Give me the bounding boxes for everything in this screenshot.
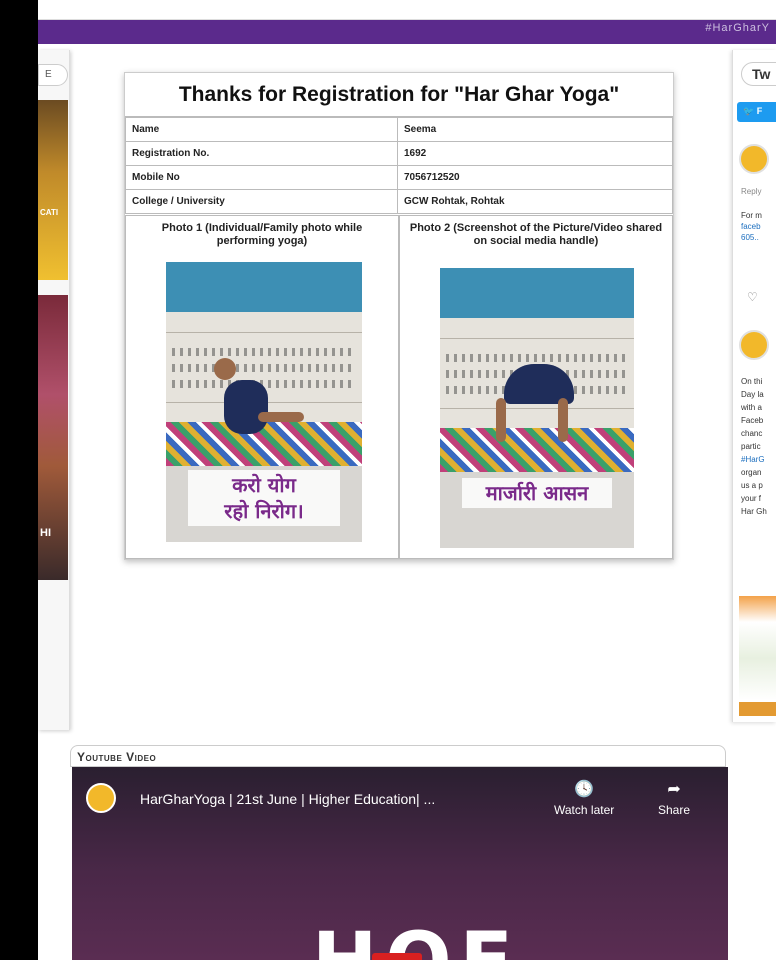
youtube-video-player[interactable]: HarGharYoga | 21st June | Higher Educati… xyxy=(72,767,728,960)
left-black-bar xyxy=(0,0,38,960)
wall-top xyxy=(440,268,634,318)
clock-icon: 🕓 xyxy=(574,781,595,798)
share-button[interactable]: ➦ Share xyxy=(658,777,690,817)
tweet-2-line: On thi xyxy=(741,377,763,386)
figure-leg xyxy=(558,398,568,442)
watch-later-button[interactable]: 🕓 Watch later xyxy=(554,777,614,817)
tweet-2-line: chanc xyxy=(741,429,763,438)
twitter-tab[interactable]: Tw xyxy=(741,62,776,86)
photo-1-box: Photo 1 (Individual/Family photo while p… xyxy=(125,215,399,559)
table-row: Registration No. 1692 xyxy=(125,141,673,166)
tile-line xyxy=(440,338,634,339)
yoga-figure xyxy=(224,380,268,434)
photo-2-caption: Photo 2 (Screenshot of the Picture/Video… xyxy=(409,222,663,247)
registration-table: Name Seema Registration No. 1692 Mobile … xyxy=(125,117,673,214)
avatar[interactable] xyxy=(739,330,769,360)
figure-leg xyxy=(258,412,304,422)
table-row: Name Seema xyxy=(125,117,673,142)
purple-header-bar: #HarGharY xyxy=(38,20,776,44)
overlay-line-1: करो योग xyxy=(232,473,296,497)
twitter-panel: Tw 🐦 F Reply For m faceb 605.. ♡ On thi … xyxy=(732,50,776,722)
photo-1-overlay-text: करो योग रहो निरोग। xyxy=(188,470,340,526)
row-value: Seema xyxy=(397,117,673,142)
photo-1-image[interactable]: करो योग रहो निरोग। xyxy=(166,262,362,542)
yoga-rug xyxy=(440,428,634,472)
tile-line xyxy=(440,408,634,409)
share-arrow-icon: ➦ xyxy=(667,781,681,798)
left-banner-1-text: CATI xyxy=(40,208,59,217)
left-banner-image-2[interactable]: HI xyxy=(38,295,68,580)
page: #HarGharY E CATI HI Thanks for Registrat… xyxy=(0,0,776,960)
tweet-2-line: Day la xyxy=(741,390,764,399)
twitter-bird-icon: 🐦 xyxy=(743,106,755,116)
channel-logo[interactable] xyxy=(86,783,116,813)
row-value: 1692 xyxy=(397,141,673,166)
overlay-line-2: रहो निरोग। xyxy=(224,499,304,523)
tweet-reply-label[interactable]: Reply xyxy=(741,186,761,197)
photo-2-box: Photo 2 (Screenshot of the Picture/Video… xyxy=(399,215,673,559)
left-sidebar-panel: E CATI HI xyxy=(38,50,70,730)
left-tab[interactable]: E xyxy=(38,64,68,86)
avatar[interactable] xyxy=(739,144,769,174)
youtube-section-header: Youtube Video xyxy=(70,745,726,767)
share-label: Share xyxy=(658,803,691,817)
twitter-follow-button[interactable]: 🐦 F xyxy=(737,102,776,122)
tweet-1-link[interactable]: faceb xyxy=(741,221,761,232)
top-strip xyxy=(38,0,776,20)
tweet-2-line: Faceb xyxy=(741,416,764,425)
header-text: #HarGharY xyxy=(705,22,770,34)
registration-card: Thanks for Registration for "Har Ghar Yo… xyxy=(124,72,674,560)
wall-pattern xyxy=(172,364,356,372)
tweet-2-line: us a p xyxy=(741,481,763,490)
table-row: Mobile No 7056712520 xyxy=(125,165,673,190)
figure-head xyxy=(214,358,236,380)
tweet-2-hashtag[interactable]: #HarG xyxy=(741,454,765,465)
follow-label: F xyxy=(756,106,763,116)
youtube-section-title: Youtube Video xyxy=(77,750,157,764)
tile-line xyxy=(166,332,362,333)
tweet-image[interactable] xyxy=(739,596,776,700)
video-red-accent xyxy=(372,953,422,960)
row-key: College / University xyxy=(125,189,398,214)
tweet-image-strip xyxy=(739,702,776,716)
wall-pattern xyxy=(446,354,628,362)
figure-arm xyxy=(496,398,506,442)
tweet-1-text: For m xyxy=(741,211,762,220)
photo-2-overlay-text: मार्जारी आसन xyxy=(462,478,612,508)
photo-2-image[interactable]: मार्जारी आसन xyxy=(440,268,634,550)
watch-later-label: Watch later xyxy=(554,803,615,817)
row-key: Mobile No xyxy=(125,165,398,190)
tweet-2-line: organ xyxy=(741,468,762,477)
table-row: College / University GCW Rohtak, Rohtak xyxy=(125,189,673,214)
photo-1-caption: Photo 1 (Individual/Family photo while p… xyxy=(161,222,363,247)
tweet-2-line: with a xyxy=(741,403,762,412)
registration-title: Thanks for Registration for "Har Ghar Yo… xyxy=(125,73,673,117)
left-banner-image-1[interactable]: CATI xyxy=(38,100,68,280)
row-key: Name xyxy=(125,117,398,142)
wall-pattern xyxy=(172,348,356,356)
row-value: 7056712520 xyxy=(397,165,673,190)
left-banner-2-text: HI xyxy=(40,527,51,539)
row-value: GCW Rohtak, Rohtak xyxy=(397,189,673,214)
tweet-2-line: Har Gh xyxy=(741,507,767,516)
row-key: Registration No. xyxy=(125,141,398,166)
tweet-2-line: partic xyxy=(741,442,761,451)
wall-top xyxy=(166,262,362,312)
like-heart-icon[interactable]: ♡ xyxy=(747,290,758,304)
yoga-rug xyxy=(166,422,362,466)
tweet-1-link-2[interactable]: 605.. xyxy=(741,232,759,243)
video-title[interactable]: HarGharYoga | 21st June | Higher Educati… xyxy=(140,791,435,807)
tweet-2-line: your f xyxy=(741,494,762,503)
